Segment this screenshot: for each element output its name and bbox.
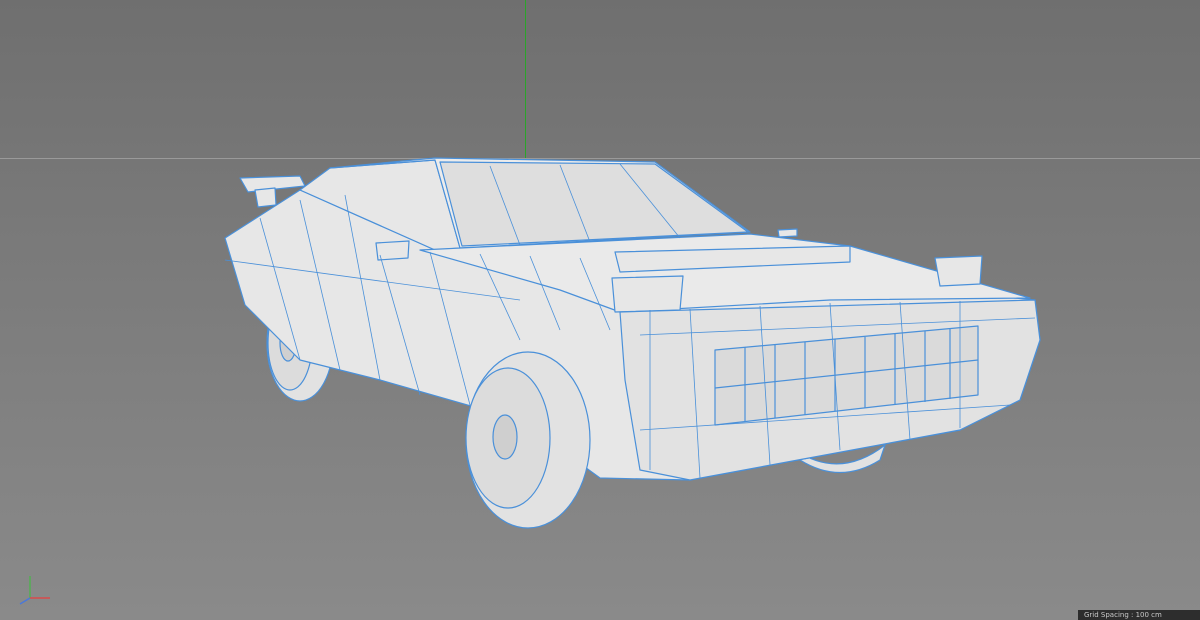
- rear-spoiler-stand: [254, 187, 277, 208]
- windshield: [439, 161, 749, 247]
- car-wireframe-model[interactable]: [0, 0, 1200, 620]
- axis-gizmo-icon: [19, 576, 50, 605]
- hood-light-right: [934, 255, 983, 287]
- mirror-right: [777, 228, 798, 238]
- hood-light-left: [611, 275, 684, 313]
- grid-spacing-status: Grid Spacing : 100 cm: [1078, 610, 1200, 620]
- 3d-viewport[interactable]: [0, 0, 1200, 620]
- front-left-wheel: [465, 351, 591, 529]
